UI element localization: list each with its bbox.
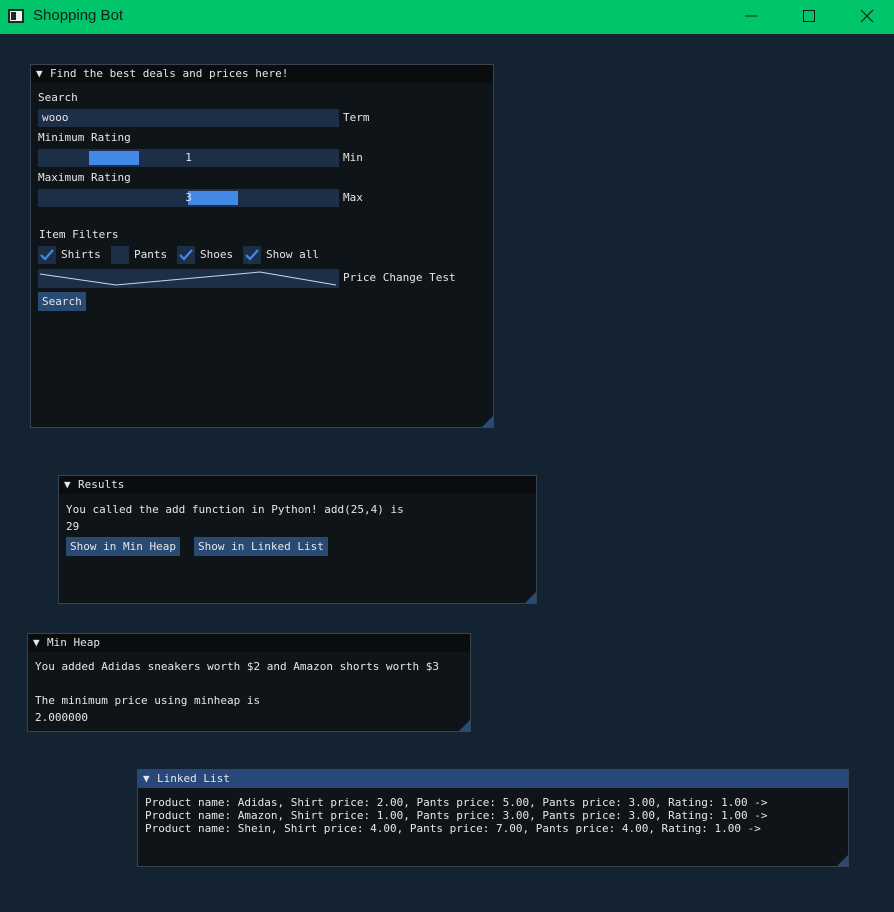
shoes-checkbox[interactable] — [177, 246, 195, 264]
close-icon — [860, 9, 874, 23]
close-button[interactable] — [839, 0, 894, 34]
shoes-label[interactable]: Shoes — [200, 248, 233, 261]
search-input-value: wooo — [42, 111, 69, 124]
results-header-title: Results — [78, 478, 125, 491]
price-change-line — [39, 271, 337, 286]
results-header[interactable]: ▼ Results — [59, 476, 536, 494]
maximize-button[interactable] — [781, 0, 839, 34]
price-change-label: Price Change Test — [343, 271, 456, 284]
list-item: Product name: Amazon, Shirt price: 1.00,… — [145, 809, 768, 822]
min-heap-line-3: 2.000000 — [35, 711, 88, 724]
min-heap-header[interactable]: ▼ Min Heap — [28, 634, 470, 652]
list-item: Product name: Shein, Shirt price: 4.00, … — [145, 822, 761, 835]
min-heap-window[interactable]: ▼ Min Heap You added Adidas sneakers wort… — [27, 633, 471, 732]
collapse-arrow-icon[interactable]: ▼ — [36, 65, 50, 83]
price-change-plot[interactable] — [38, 269, 339, 288]
resize-grip-icon[interactable] — [482, 416, 493, 427]
collapse-arrow-icon[interactable]: ▼ — [143, 770, 157, 788]
term-label: Term — [343, 111, 370, 124]
search-input[interactable]: wooo — [38, 109, 339, 127]
resize-grip-icon[interactable] — [459, 720, 470, 731]
window-titlebar[interactable]: Shopping Bot — [0, 0, 894, 34]
minimize-icon — [745, 15, 757, 17]
checkmark-icon — [179, 249, 193, 261]
finder-header[interactable]: ▼ Find the best deals and prices here! — [31, 65, 493, 83]
max-rating-slider[interactable]: 3 — [38, 189, 339, 207]
linked-list-window[interactable]: ▼ Linked List Product name: Adidas, Shirt… — [137, 769, 849, 867]
linked-list-header-title: Linked List — [157, 772, 230, 785]
results-window[interactable]: ▼ Results You called the add function in … — [58, 475, 537, 604]
collapse-arrow-icon[interactable]: ▼ — [33, 634, 47, 652]
max-rating-label: Maximum Rating — [38, 171, 131, 184]
results-line-2: 29 — [66, 520, 80, 533]
resize-grip-icon[interactable] — [525, 592, 536, 603]
resize-grip-icon[interactable] — [837, 855, 848, 866]
max-rating-value: 3 — [185, 191, 192, 204]
min-suffix-label: Min — [343, 151, 363, 164]
max-suffix-label: Max — [343, 191, 363, 204]
linked-list-header[interactable]: ▼ Linked List — [138, 770, 848, 788]
show-all-checkbox[interactable] — [243, 246, 261, 264]
finder-window[interactable]: ▼ Find the best deals and prices here! Se… — [30, 64, 494, 428]
min-rating-value: 1 — [185, 151, 192, 164]
maximize-icon — [803, 10, 815, 22]
min-rating-slider[interactable]: 1 — [38, 149, 339, 167]
checkmark-icon — [245, 249, 259, 261]
finder-header-title: Find the best deals and prices here! — [50, 67, 289, 80]
list-item: Product name: Adidas, Shirt price: 2.00,… — [145, 796, 768, 809]
window-title: Shopping Bot — [33, 7, 124, 24]
shirts-checkbox[interactable] — [38, 246, 56, 264]
pants-label[interactable]: Pants — [134, 248, 167, 261]
pants-checkbox[interactable] — [111, 246, 129, 264]
checkmark-icon — [40, 249, 54, 261]
min-heap-line-1: You added Adidas sneakers worth $2 and A… — [35, 660, 439, 673]
search-button[interactable]: Search — [38, 292, 86, 311]
collapse-arrow-icon[interactable]: ▼ — [64, 476, 78, 494]
show-min-heap-button[interactable]: Show in Min Heap — [66, 537, 180, 556]
search-label: Search — [38, 91, 78, 104]
min-heap-header-title: Min Heap — [47, 636, 100, 649]
min-heap-line-2: The minimum price using minheap is — [35, 694, 261, 707]
min-rating-label: Minimum Rating — [38, 131, 131, 144]
app-icon — [8, 9, 24, 23]
results-line-1: You called the add function in Python! a… — [66, 503, 404, 516]
item-filters-label: Item Filters — [39, 228, 119, 241]
show-linked-list-button[interactable]: Show in Linked List — [194, 537, 328, 556]
show-all-label[interactable]: Show all — [266, 248, 319, 261]
shirts-label[interactable]: Shirts — [61, 248, 101, 261]
minimize-button[interactable] — [723, 0, 781, 34]
